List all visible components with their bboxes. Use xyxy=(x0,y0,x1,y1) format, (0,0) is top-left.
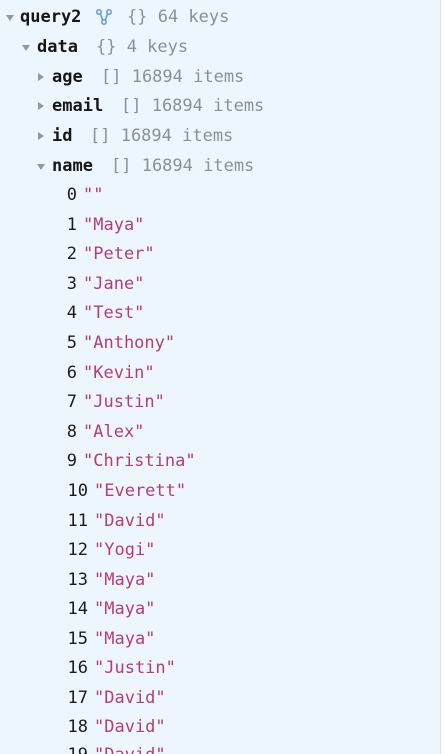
string-value: "Anthony" xyxy=(83,333,176,353)
string-value: "Jane" xyxy=(83,274,145,294)
array-index: 16 xyxy=(67,658,88,678)
string-value: "Maya" xyxy=(94,599,156,619)
array-item-row[interactable]: 3 "Jane" xyxy=(0,269,440,299)
string-value: "Kevin" xyxy=(83,363,155,383)
string-value: "David" xyxy=(94,717,166,737)
array-index: 2 xyxy=(66,244,77,264)
string-value: "Justin" xyxy=(83,392,165,412)
array-index: 19 xyxy=(64,740,88,754)
field-meta: [] 16894 items xyxy=(101,67,245,87)
array-item-row[interactable]: 8 "Alex" xyxy=(0,417,440,447)
array-index: 10 xyxy=(67,481,88,501)
array-index: 8 xyxy=(66,422,77,442)
array-index: 1 xyxy=(66,215,77,235)
array-index: 18 xyxy=(67,717,88,737)
array-item-row[interactable]: 19 "David" xyxy=(0,740,440,754)
array-item-row[interactable]: 0 "" xyxy=(0,180,440,210)
array-index: 9 xyxy=(66,451,77,471)
array-item-row[interactable]: 5 "Anthony" xyxy=(0,328,440,358)
string-value: "" xyxy=(83,185,104,205)
field-meta: [] 16894 items xyxy=(121,96,265,116)
field-key: name xyxy=(52,156,93,176)
array-index: 14 xyxy=(67,599,88,619)
string-value: "Test" xyxy=(83,303,145,323)
array-index: 13 xyxy=(67,570,88,590)
array-index: 17 xyxy=(67,688,88,708)
string-value: "David" xyxy=(94,688,166,708)
array-item-row[interactable]: 14 "Maya" xyxy=(0,594,440,624)
array-index: 15 xyxy=(67,629,88,649)
string-value: "Maya" xyxy=(94,629,156,649)
array-item-row[interactable]: 18 "David" xyxy=(0,712,440,742)
expand-toggle-icon[interactable] xyxy=(38,73,44,81)
array-item-row[interactable]: 11 "David" xyxy=(0,506,440,536)
field-row-id[interactable]: id [] 16894 items xyxy=(0,121,440,151)
array-index: 5 xyxy=(66,333,77,353)
array-item-row[interactable]: 13 "Maya" xyxy=(0,565,440,595)
collapse-toggle-icon[interactable] xyxy=(22,45,30,51)
array-index: 6 xyxy=(66,363,77,383)
array-index: 12 xyxy=(67,540,88,560)
array-index: 11 xyxy=(67,511,88,531)
root-key: query2 xyxy=(20,7,82,27)
string-value: "Maya" xyxy=(94,570,156,590)
array-item-row[interactable]: 16 "Justin" xyxy=(0,653,440,683)
root-meta: {} 64 keys xyxy=(127,7,230,27)
string-value: "David" xyxy=(94,740,166,754)
field-key: id xyxy=(52,126,73,146)
array-item-row[interactable]: 10 "Everett" xyxy=(0,476,440,506)
json-viewer-panel: query2 {} 64 keys data {} 4 keys age [] … xyxy=(0,0,441,754)
field-row-email[interactable]: email [] 16894 items xyxy=(0,91,440,121)
expand-toggle-icon[interactable] xyxy=(38,132,44,140)
array-item-row[interactable]: 7 "Justin" xyxy=(0,387,440,417)
string-value: "Everett" xyxy=(94,481,187,501)
field-row-name[interactable]: name [] 16894 items xyxy=(0,151,440,181)
array-index: 4 xyxy=(66,303,77,323)
string-value: "David" xyxy=(94,511,166,531)
data-meta: {} 4 keys xyxy=(96,37,189,57)
data-key: data xyxy=(37,37,78,57)
array-item-row[interactable]: 9 "Christina" xyxy=(0,446,440,476)
string-value: "Yogi" xyxy=(94,540,156,560)
array-item-row[interactable]: 6 "Kevin" xyxy=(0,358,440,388)
string-value: "Christina" xyxy=(83,451,196,471)
clipped-row-content: 19 "David" xyxy=(0,740,440,754)
array-item-row[interactable]: 15 "Maya" xyxy=(0,624,440,654)
data-node-row[interactable]: data {} 4 keys xyxy=(0,32,440,62)
array-item-row[interactable]: 17 "David" xyxy=(0,683,440,713)
field-key: email xyxy=(52,96,104,116)
link-icon[interactable] xyxy=(95,8,113,26)
array-item-row[interactable]: 4 "Test" xyxy=(0,298,440,328)
collapse-toggle-icon[interactable] xyxy=(37,164,45,170)
array-index: 0 xyxy=(66,185,77,205)
field-row-age[interactable]: age [] 16894 items xyxy=(0,62,440,92)
collapse-toggle-icon[interactable] xyxy=(6,15,14,21)
array-item-row[interactable]: 2 "Peter" xyxy=(0,239,440,269)
root-node-row[interactable]: query2 {} 64 keys xyxy=(0,2,440,32)
array-item-row[interactable]: 1 "Maya" xyxy=(0,210,440,240)
field-key: age xyxy=(52,67,83,87)
string-value: "Justin" xyxy=(94,658,176,678)
string-value: "Peter" xyxy=(83,244,155,264)
field-meta: [] 16894 items xyxy=(90,126,234,146)
array-index: 7 xyxy=(66,392,77,412)
field-meta: [] 16894 items xyxy=(111,156,255,176)
expand-toggle-icon[interactable] xyxy=(38,102,44,110)
array-index: 3 xyxy=(66,274,77,294)
string-value: "Maya" xyxy=(83,215,145,235)
string-value: "Alex" xyxy=(83,422,145,442)
array-item-row[interactable]: 12 "Yogi" xyxy=(0,535,440,565)
